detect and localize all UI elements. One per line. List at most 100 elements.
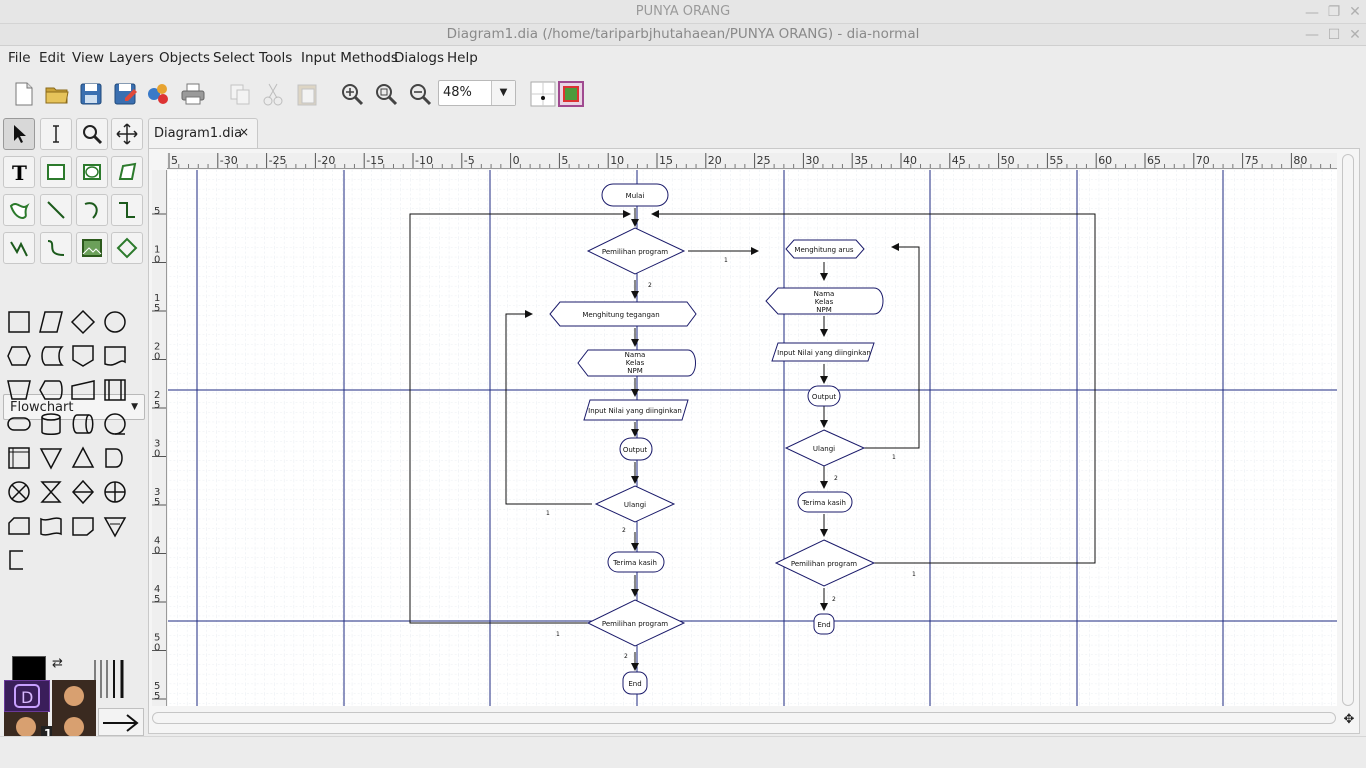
flowchart-display-shape[interactable] [35, 374, 67, 406]
text-edit-tool-icon[interactable] [40, 118, 72, 150]
flowchart-annotation-shape[interactable] [3, 544, 35, 576]
line-width-selector[interactable] [92, 658, 130, 698]
node-right-menghitung-arus[interactable]: Menghitung arus [794, 246, 853, 254]
flowchart-punched-tape-shape[interactable] [35, 510, 67, 542]
outer-close-icon[interactable]: ✕ [1347, 4, 1363, 20]
zoom-in-icon[interactable] [338, 80, 366, 108]
zigzag-line-tool-icon[interactable] [111, 194, 143, 226]
flowchart-document-shape[interactable] [99, 340, 131, 372]
node-right-kelas[interactable]: Kelas [815, 298, 834, 306]
flowchart-online-storage-shape[interactable] [67, 510, 99, 542]
snap-to-objects-icon[interactable] [557, 80, 585, 108]
zoom-combobox[interactable]: 48% ▼ [438, 80, 516, 106]
flowchart-internal-storage-shape[interactable] [3, 442, 35, 474]
node-left-npm[interactable]: NPM [627, 367, 643, 375]
node-right-output[interactable]: Output [812, 393, 837, 401]
tab-diagram1[interactable]: Diagram1.dia × [148, 118, 258, 148]
zoom-dropdown-icon[interactable]: ▼ [491, 81, 515, 105]
outer-minimize-icon[interactable]: — [1304, 5, 1320, 21]
node-left-output[interactable]: Output [623, 446, 648, 454]
flowchart-direct-access-shape[interactable] [67, 408, 99, 440]
snap-to-grid-icon[interactable] [529, 80, 557, 108]
flowchart-process-shape[interactable] [3, 306, 35, 338]
flowchart-sort-shape[interactable] [67, 476, 99, 508]
flowchart-manual-input-shape[interactable] [67, 374, 99, 406]
flowchart-or-shape[interactable] [99, 476, 131, 508]
flowchart-card-shape[interactable] [3, 510, 35, 542]
line-tool-icon[interactable] [40, 194, 72, 226]
menu-file[interactable]: File [8, 50, 31, 66]
ellipse-tool-icon[interactable] [76, 156, 108, 188]
flowchart-data-shape[interactable] [35, 306, 67, 338]
scroll-tool-icon[interactable] [111, 118, 143, 150]
node-right-terima-kasih[interactable]: Terima kasih [801, 499, 846, 507]
menu-help[interactable]: Help [447, 50, 478, 66]
taskbar-dia-thumbnail[interactable]: D [4, 680, 50, 712]
copy-icon[interactable] [226, 80, 254, 108]
open-folder-icon[interactable] [43, 80, 71, 108]
flowchart-collate-shape[interactable] [35, 476, 67, 508]
node-right-npm[interactable]: NPM [816, 306, 832, 314]
zoom-fit-icon[interactable] [372, 80, 400, 108]
outer-restore-icon[interactable]: ❐ [1326, 4, 1342, 20]
swap-colors-icon[interactable]: ⇄ [52, 656, 68, 672]
node-left-terima-kasih[interactable]: Terima kasih [612, 559, 657, 567]
flowchart-sequential-access-shape[interactable] [99, 408, 131, 440]
node-left-pemilihan-2[interactable]: Pemilihan program [602, 620, 668, 628]
flowchart-preparation-shape[interactable] [3, 340, 35, 372]
minimize-icon[interactable]: — [1304, 27, 1320, 43]
new-file-icon[interactable] [10, 80, 38, 108]
node-left-kelas[interactable]: Kelas [626, 359, 645, 367]
polygon-tool-icon[interactable] [111, 156, 143, 188]
arrow-style-selector[interactable] [98, 708, 144, 736]
node-left-pemilihan-1[interactable]: Pemilihan program [602, 248, 668, 256]
save-icon[interactable] [77, 80, 105, 108]
node-left-nama[interactable]: Nama [625, 351, 646, 359]
menu-objects[interactable]: Objects [159, 50, 210, 66]
flowchart-manual-triangle-shape[interactable] [99, 510, 131, 542]
node-right-nama[interactable]: Nama [814, 290, 835, 298]
flowchart-merge-shape[interactable] [35, 442, 67, 474]
polyline-tool-icon[interactable] [3, 232, 35, 264]
diagram-canvas[interactable]: Mulai Pemilihan program Menghitung tegan… [168, 170, 1337, 706]
flowchart-extract-shape[interactable] [67, 442, 99, 474]
menu-tools[interactable]: Tools [259, 50, 292, 66]
node-left-ulangi[interactable]: Ulangi [624, 501, 646, 509]
menu-view[interactable]: View [72, 50, 104, 66]
node-right-end[interactable]: End [817, 621, 830, 629]
flowchart-summing-junction-shape[interactable] [3, 476, 35, 508]
vertical-scrollbar[interactable] [1342, 154, 1354, 706]
print-icon[interactable] [179, 80, 207, 108]
flowchart-magnetic-disk-shape[interactable] [35, 408, 67, 440]
flowchart-connector-shape[interactable] [99, 306, 131, 338]
save-as-icon[interactable] [111, 80, 139, 108]
node-left-end[interactable]: End [628, 680, 641, 688]
arc-tool-icon[interactable] [76, 194, 108, 226]
foreground-color-swatch[interactable] [12, 656, 46, 682]
node-right-pemilihan[interactable]: Pemilihan program [791, 560, 857, 568]
flowchart-decision-shape[interactable] [67, 306, 99, 338]
flowchart-delay-shape[interactable] [99, 442, 131, 474]
node-left-menghitung-tegangan[interactable]: Menghitung tegangan [582, 311, 659, 319]
paste-icon[interactable] [293, 80, 321, 108]
menu-dialogs[interactable]: Dialogs [394, 50, 444, 66]
node-right-input[interactable]: Input Nilai yang diinginkan [777, 349, 871, 357]
close-icon[interactable]: ✕ [1347, 27, 1363, 43]
menu-input-methods[interactable]: Input Methods [301, 50, 398, 66]
zoom-out-icon[interactable] [406, 80, 434, 108]
beziergon-tool-icon[interactable] [3, 194, 35, 226]
cut-icon[interactable] [259, 80, 287, 108]
outline-tool-icon[interactable] [111, 232, 143, 264]
taskbar-window-thumbnail-1[interactable] [52, 680, 96, 712]
bezier-line-tool-icon[interactable] [40, 232, 72, 264]
horizontal-scrollbar[interactable] [152, 712, 1336, 724]
text-tool-icon[interactable]: T [3, 156, 35, 188]
maximize-icon[interactable]: ☐ [1326, 27, 1342, 43]
flowchart-offpage-shape[interactable] [67, 340, 99, 372]
diagram-tree-icon[interactable] [145, 80, 173, 108]
node-mulai[interactable]: Mulai [626, 192, 645, 200]
zoom-value[interactable]: 48% [443, 85, 472, 100]
flowchart-manual-operation-shape[interactable] [3, 374, 35, 406]
node-right-ulangi[interactable]: Ulangi [813, 445, 835, 453]
tab-close-icon[interactable]: × [239, 125, 249, 139]
